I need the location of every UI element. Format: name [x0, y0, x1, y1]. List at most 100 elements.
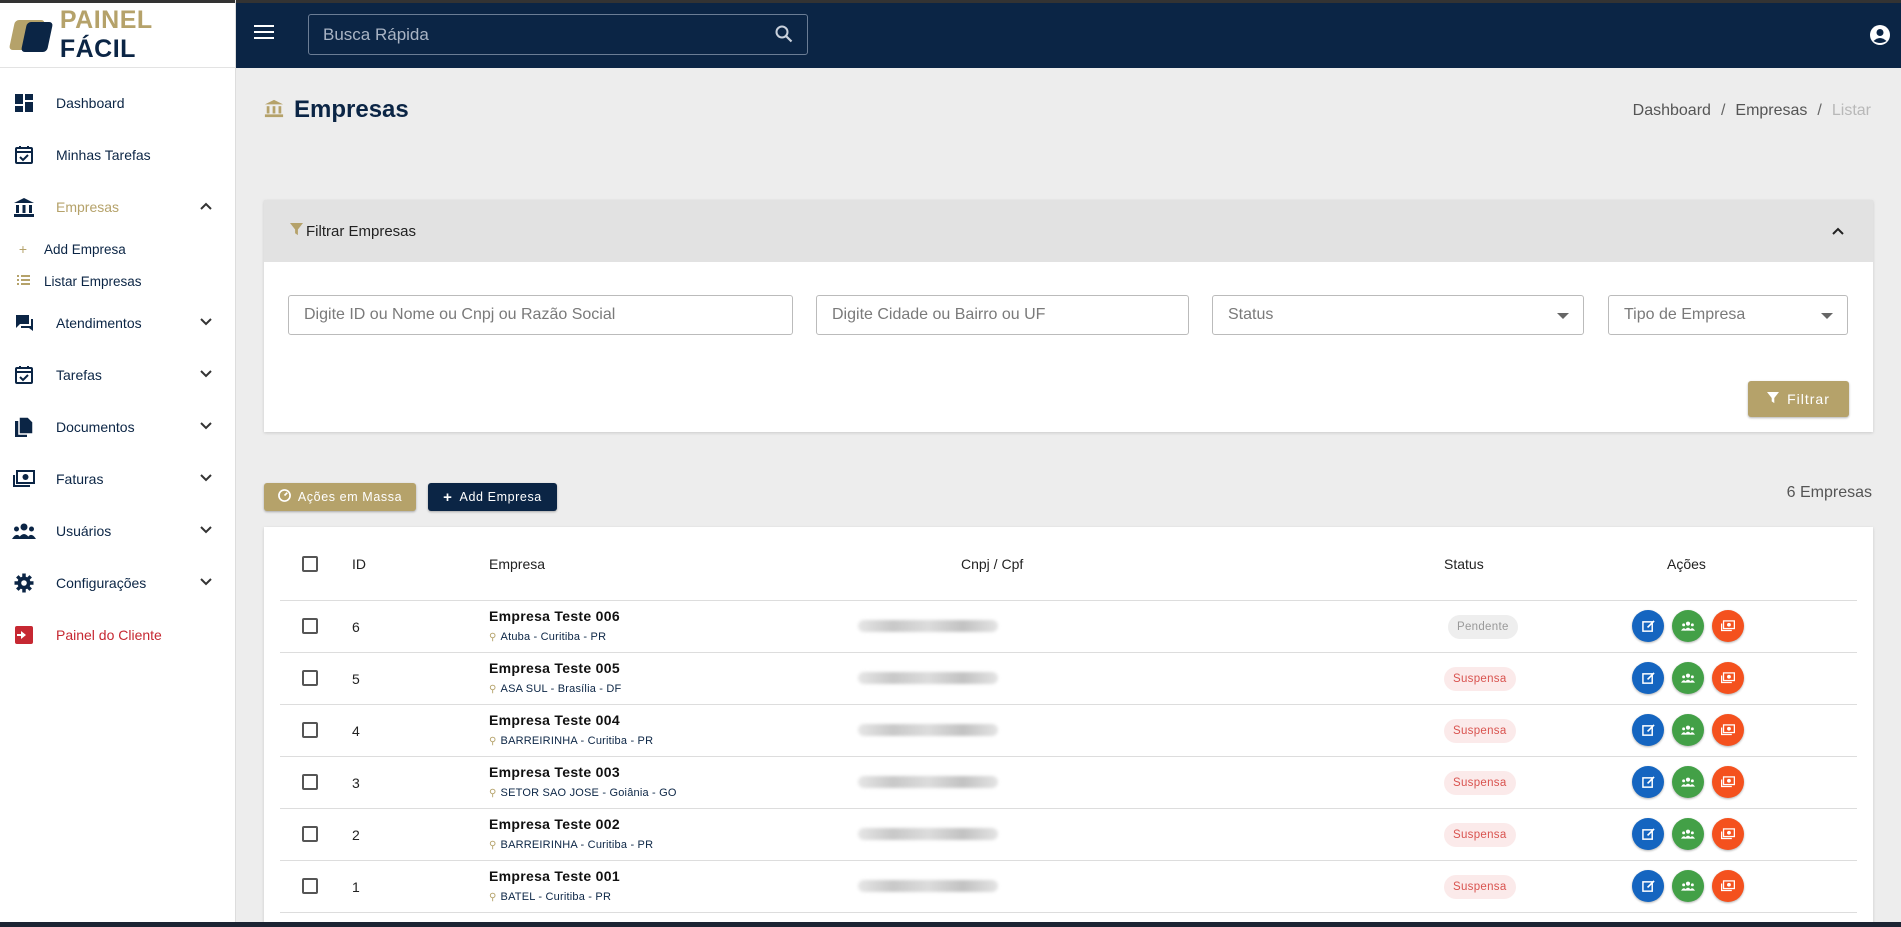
location-pin-icon: ⚲ — [489, 891, 497, 903]
edit-button[interactable] — [1632, 766, 1664, 798]
column-header-id[interactable]: ID — [352, 556, 366, 572]
sidebar-subitem-add-empresa[interactable]: + Add Empresa — [0, 233, 235, 265]
chevron-down-icon — [199, 471, 213, 490]
row-id: 2 — [352, 827, 360, 843]
users-button[interactable] — [1672, 870, 1704, 902]
logo[interactable]: PAINEL FÁCIL — [0, 0, 235, 68]
company-type-select-display[interactable] — [1609, 296, 1847, 334]
dashboard-icon — [12, 91, 36, 115]
company-type-select[interactable] — [1608, 295, 1848, 335]
edit-icon — [1641, 619, 1655, 632]
money-icon — [1721, 828, 1735, 840]
cnpj-redacted — [858, 880, 998, 892]
billing-button[interactable] — [1712, 610, 1744, 642]
breadcrumb-current: Listar — [1831, 102, 1871, 119]
add-empresa-button[interactable]: + Add Empresa — [428, 483, 557, 511]
search-icon[interactable] — [775, 25, 793, 48]
users-button[interactable] — [1672, 714, 1704, 746]
sidebar-item-label: Documentos — [56, 419, 135, 435]
users-button[interactable] — [1672, 766, 1704, 798]
sidebar-item-documentos[interactable]: Documentos — [0, 401, 235, 453]
edit-button[interactable] — [1632, 662, 1664, 694]
login-icon — [12, 623, 36, 647]
company-name[interactable]: Empresa Teste 006 — [489, 608, 620, 624]
search-id-input[interactable] — [289, 296, 792, 334]
company-name[interactable]: Empresa Teste 005 — [489, 660, 620, 676]
edit-button[interactable] — [1632, 714, 1664, 746]
filter-icon — [290, 222, 303, 240]
sidebar-nav-secondary: Atendimentos Tarefas Documentos Faturas — [0, 297, 235, 661]
chevron-down-icon — [199, 523, 213, 542]
calendar-check-icon — [12, 363, 36, 387]
users-icon — [1681, 829, 1695, 839]
edit-icon — [1641, 775, 1655, 788]
search-city-input[interactable] — [817, 296, 1188, 334]
edit-button[interactable] — [1632, 610, 1664, 642]
chevron-down-icon — [199, 315, 213, 334]
location-pin-icon: ⚲ — [489, 839, 497, 851]
company-name[interactable]: Empresa Teste 003 — [489, 764, 620, 780]
chevron-up-icon[interactable] — [1831, 224, 1845, 242]
sidebar-item-usuarios[interactable]: Usuários — [0, 505, 235, 557]
row-checkbox[interactable] — [302, 722, 318, 738]
billing-button[interactable] — [1712, 818, 1744, 850]
bank-icon — [264, 98, 284, 123]
column-header-status[interactable]: Status — [1444, 556, 1484, 572]
row-id: 4 — [352, 723, 360, 739]
edit-icon — [1641, 879, 1655, 892]
column-header-cnpj[interactable]: Cnpj / Cpf — [961, 556, 1023, 572]
dropdown-arrow-icon — [1821, 313, 1833, 319]
users-button[interactable] — [1672, 818, 1704, 850]
filter-icon — [1767, 391, 1780, 407]
users-button[interactable] — [1672, 610, 1704, 642]
sidebar-subitem-listar-empresas[interactable]: Listar Empresas — [0, 265, 235, 297]
breadcrumb-empresas[interactable]: Empresas — [1735, 102, 1807, 119]
search-input[interactable] — [309, 15, 807, 54]
row-checkbox[interactable] — [302, 670, 318, 686]
users-icon — [1681, 621, 1695, 631]
billing-button[interactable] — [1712, 714, 1744, 746]
sidebar-item-empresas[interactable]: Empresas — [0, 181, 235, 233]
sidebar-item-atendimentos[interactable]: Atendimentos — [0, 297, 235, 349]
table-row: 4 Empresa Teste 004 ⚲ BARREIRINHA - Curit… — [280, 705, 1857, 757]
row-checkbox[interactable] — [302, 774, 318, 790]
sidebar-nav: Dashboard Minhas Tarefas Empresas — [0, 77, 235, 233]
table-row: 6 Empresa Teste 006 ⚲ Atuba - Curitiba - … — [280, 601, 1857, 653]
account-circle-icon[interactable] — [1869, 24, 1891, 51]
page-title-text: Empresas — [294, 96, 409, 123]
filter-button[interactable]: Filtrar — [1748, 381, 1849, 417]
status-select[interactable] — [1212, 295, 1584, 335]
row-checkbox[interactable] — [302, 826, 318, 842]
company-location: ⚲ ASA SUL - Brasília - DF — [489, 683, 622, 695]
breadcrumb-dashboard[interactable]: Dashboard — [1633, 102, 1711, 119]
filter-panel-title: Filtrar Empresas — [306, 222, 417, 240]
billing-button[interactable] — [1712, 870, 1744, 902]
sidebar-item-label: Usuários — [56, 523, 112, 539]
chat-icon — [12, 311, 36, 335]
select-all-checkbox[interactable] — [302, 556, 318, 572]
sidebar-item-tarefas[interactable]: Tarefas — [0, 349, 235, 401]
status-select-display[interactable] — [1213, 296, 1583, 334]
row-checkbox[interactable] — [302, 878, 318, 894]
table-row: 3 Empresa Teste 003 ⚲ SETOR SAO JOSE - Go… — [280, 757, 1857, 809]
billing-button[interactable] — [1712, 662, 1744, 694]
filter-panel-header[interactable]: Filtrar Empresas — [264, 200, 1873, 262]
menu-icon[interactable] — [254, 25, 274, 41]
company-name[interactable]: Empresa Teste 001 — [489, 868, 620, 884]
sidebar-item-faturas[interactable]: Faturas — [0, 453, 235, 505]
edit-button[interactable] — [1632, 870, 1664, 902]
company-name[interactable]: Empresa Teste 004 — [489, 712, 620, 728]
edit-button[interactable] — [1632, 818, 1664, 850]
sidebar-item-dashboard[interactable]: Dashboard — [0, 77, 235, 129]
billing-button[interactable] — [1712, 766, 1744, 798]
row-checkbox[interactable] — [302, 618, 318, 634]
sidebar-item-configuracoes[interactable]: Configurações — [0, 557, 235, 609]
sidebar-item-minhas-tarefas[interactable]: Minhas Tarefas — [0, 129, 235, 181]
column-header-empresa[interactable]: Empresa — [489, 556, 545, 572]
mass-actions-button[interactable]: Ações em Massa — [264, 483, 416, 511]
company-name[interactable]: Empresa Teste 002 — [489, 816, 620, 832]
users-button[interactable] — [1672, 662, 1704, 694]
sidebar-item-painel-do-cliente[interactable]: Painel do Cliente — [0, 609, 235, 661]
breadcrumb: Dashboard / Empresas / Listar — [1632, 102, 1871, 119]
users-icon — [1681, 777, 1695, 787]
